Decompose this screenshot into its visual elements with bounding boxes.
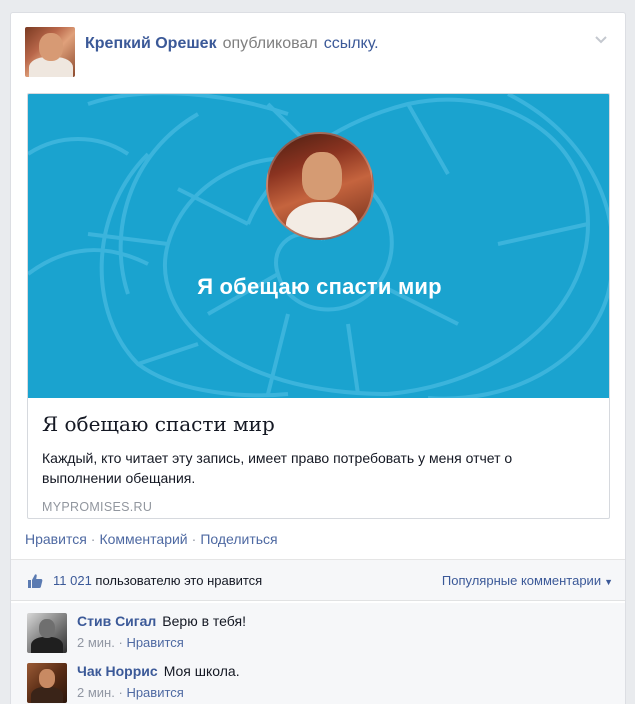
post-dot: . — [374, 35, 379, 52]
photo-face — [302, 152, 342, 200]
like-action[interactable]: Нравится — [25, 531, 87, 547]
meta-separator: · — [118, 635, 123, 650]
comment-line: Стив Сигал Верю в тебя! — [77, 613, 246, 629]
author-name-link[interactable]: Крепкий Орешек — [85, 35, 217, 52]
comments-list: Стив Сигал Верю в тебя! 2 мин. · Нравится… — [11, 603, 625, 704]
comment-item: Чак Норрис Моя школа. 2 мин. · Нравится — [27, 661, 607, 704]
avatar-face — [39, 33, 63, 61]
comment-text: Верю в тебя! — [162, 613, 246, 629]
avatar-face — [39, 669, 55, 688]
likes-bar: 11 021 пользователю это нравится Популяр… — [11, 559, 625, 601]
post-header: Крепкий Орешек опубликовал ссылку. — [25, 27, 611, 79]
comment-like-link[interactable]: Нравится — [126, 635, 183, 650]
post-header-line: Крепкий Орешек опубликовал ссылку. — [85, 35, 379, 53]
comment-action[interactable]: Комментарий — [99, 531, 187, 547]
link-word[interactable]: ссылку — [324, 35, 374, 52]
comment-time[interactable]: 2 мин. — [77, 685, 115, 700]
comment-like-link[interactable]: Нравится — [126, 685, 183, 700]
commenter-name-link[interactable]: Чак Норрис — [77, 663, 158, 679]
likes-summary: 11 021 пользователю это нравится — [53, 573, 262, 588]
link-text-block: Я обещаю спасти мир Каждый, кто читает э… — [42, 412, 595, 514]
likes-count[interactable]: 11 021 — [53, 573, 92, 588]
author-avatar[interactable] — [25, 27, 75, 77]
link-hero-image[interactable]: Я обещаю спасти мир — [28, 94, 609, 398]
link-domain: MYPROMISES.RU — [42, 500, 153, 514]
meta-separator: · — [118, 685, 123, 700]
comment-line: Чак Норрис Моя школа. — [77, 663, 240, 679]
link-title[interactable]: Я обещаю спасти мир — [42, 412, 595, 436]
post-verb: опубликовал — [222, 35, 318, 52]
link-description: Каждый, кто читает эту запись, имеет пра… — [42, 450, 513, 486]
comment-time[interactable]: 2 мин. — [77, 635, 115, 650]
comment-meta: 2 мин. · Нравится — [77, 685, 184, 700]
comment-text: Моя школа. — [163, 663, 240, 679]
commenter-name-link[interactable]: Стив Сигал — [77, 613, 156, 629]
action-separator: · — [191, 531, 197, 547]
action-separator: · — [90, 531, 96, 547]
commenter-avatar[interactable] — [27, 613, 67, 653]
post-card: Крепкий Орешек опубликовал ссылку. Я обе… — [10, 12, 626, 704]
avatar-body — [31, 687, 63, 703]
thumbs-up-icon — [28, 574, 43, 588]
comment-sort-label: Популярные комментарии — [441, 573, 602, 588]
share-action[interactable]: Поделиться — [200, 531, 277, 547]
avatar-face — [39, 619, 55, 638]
shared-link-preview[interactable]: Я обещаю спасти мир Я обещаю спасти мир … — [27, 93, 610, 519]
post-actions: Нравится · Комментарий · Поделиться — [25, 531, 278, 547]
hero-avatar-photo — [266, 132, 374, 240]
hero-title: Я обещаю спасти мир — [197, 274, 442, 299]
avatar-body — [31, 637, 63, 653]
likes-label: пользователю это нравится — [95, 573, 263, 588]
comment-item: Стив Сигал Верю в тебя! 2 мин. · Нравится — [27, 611, 607, 657]
commenter-avatar[interactable] — [27, 663, 67, 703]
caret-down-icon: ▼ — [604, 577, 613, 587]
chevron-down-icon[interactable] — [593, 31, 609, 47]
comment-sort-dropdown[interactable]: Популярные комментарии ▼ — [442, 573, 613, 588]
comment-meta: 2 мин. · Нравится — [77, 635, 184, 650]
photo-shirt — [286, 202, 358, 238]
